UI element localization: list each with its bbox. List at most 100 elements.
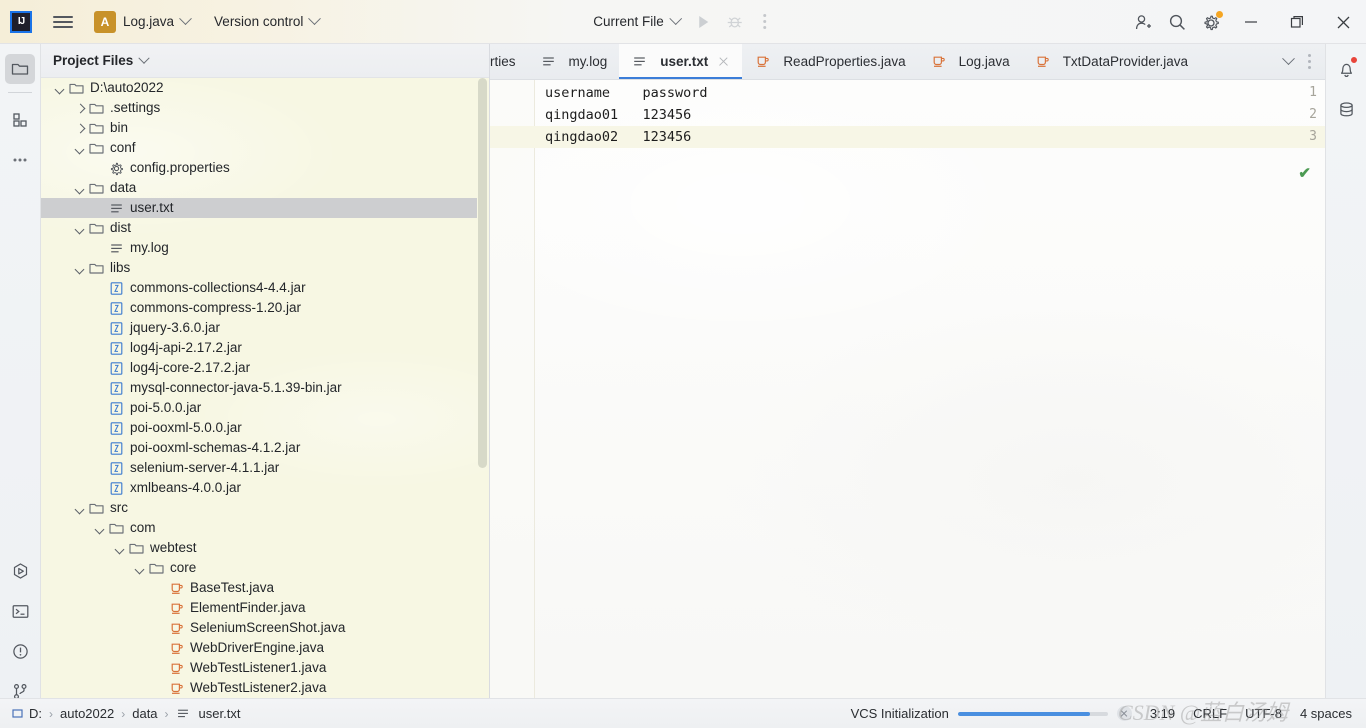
tree-node[interactable]: config.properties bbox=[41, 158, 489, 178]
chevron-down-icon[interactable] bbox=[73, 502, 86, 515]
status-breadcrumb[interactable]: D: › auto2022 › data › user.txt bbox=[0, 705, 240, 722]
tree-node[interactable]: WebTestListener2.java bbox=[41, 678, 489, 698]
tree-node[interactable]: poi-ooxml-schemas-4.1.2.jar bbox=[41, 438, 489, 458]
chevron-down-icon[interactable] bbox=[73, 222, 86, 235]
editor-tab[interactable]: my.log bbox=[528, 44, 620, 79]
chevron-down-icon[interactable] bbox=[73, 142, 86, 155]
folder-icon bbox=[68, 80, 85, 97]
folder-icon bbox=[88, 500, 105, 517]
tree-node[interactable]: ElementFinder.java bbox=[41, 598, 489, 618]
editor-tab[interactable]: rties bbox=[490, 44, 528, 79]
java-file-icon bbox=[168, 620, 185, 637]
main-menu-icon[interactable] bbox=[46, 7, 80, 37]
chevron-down-icon[interactable] bbox=[1277, 51, 1299, 73]
more-actions-icon[interactable] bbox=[757, 14, 773, 29]
sidebar-item-more-tool-windows[interactable] bbox=[5, 145, 35, 175]
editor-gutter[interactable] bbox=[490, 80, 535, 698]
cancel-task-button[interactable] bbox=[1116, 706, 1132, 721]
java-file-icon bbox=[168, 660, 185, 677]
editor-tab[interactable]: TxtDataProvider.java bbox=[1022, 44, 1200, 79]
database-icon[interactable] bbox=[1331, 94, 1361, 124]
sidebar-item-structure[interactable] bbox=[5, 105, 35, 135]
version-control-widget[interactable]: Version control bbox=[214, 12, 322, 29]
breadcrumb-item[interactable]: data bbox=[132, 706, 157, 721]
version-control-label: Version control bbox=[214, 14, 304, 29]
tree-node[interactable]: jquery-3.6.0.jar bbox=[41, 318, 489, 338]
sidebar-item-terminal[interactable] bbox=[5, 596, 35, 626]
sidebar-item-problems[interactable] bbox=[5, 636, 35, 666]
tree-node[interactable]: SeleniumScreenShot.java bbox=[41, 618, 489, 638]
jar-file-icon bbox=[108, 460, 125, 477]
sidebar-item-project-files[interactable] bbox=[5, 54, 35, 84]
tree-node[interactable]: my.log bbox=[41, 238, 489, 258]
tree-node-label: poi-ooxml-5.0.0.jar bbox=[130, 420, 242, 435]
chevron-down-icon[interactable] bbox=[73, 262, 86, 275]
maximize-button[interactable] bbox=[1274, 0, 1320, 44]
search-icon[interactable] bbox=[1160, 5, 1194, 39]
encoding-label[interactable]: UTF-8 bbox=[1245, 706, 1282, 721]
inspection-status-icon[interactable]: ✔ bbox=[1298, 164, 1311, 182]
chevron-down-icon[interactable] bbox=[73, 182, 86, 195]
editor-tab[interactable]: ReadProperties.java bbox=[742, 44, 917, 79]
run-icon[interactable] bbox=[694, 13, 712, 31]
debug-icon[interactable] bbox=[726, 13, 743, 30]
add-user-icon[interactable] bbox=[1126, 5, 1160, 39]
tree-node[interactable]: conf bbox=[41, 138, 489, 158]
tree-node[interactable]: libs bbox=[41, 258, 489, 278]
tree-node[interactable]: WebTestListener1.java bbox=[41, 658, 489, 678]
tree-node[interactable]: commons-compress-1.20.jar bbox=[41, 298, 489, 318]
tree-node[interactable]: dist bbox=[41, 218, 489, 238]
tree-node[interactable]: commons-collections4-4.4.jar bbox=[41, 278, 489, 298]
tree-node[interactable]: log4j-api-2.17.2.jar bbox=[41, 338, 489, 358]
project-widget[interactable]: A Log.java bbox=[94, 10, 192, 33]
tree-node[interactable]: xmlbeans-4.0.0.jar bbox=[41, 478, 489, 498]
status-bar: D: › auto2022 › data › user.txt VCS Initializa… bbox=[0, 698, 1366, 728]
sidebar-item-run[interactable] bbox=[5, 556, 35, 586]
chevron-right-icon[interactable] bbox=[73, 122, 86, 135]
tree-node[interactable]: selenium-server-4.1.1.jar bbox=[41, 458, 489, 478]
tree-node[interactable]: poi-5.0.0.jar bbox=[41, 398, 489, 418]
chevron-down-icon[interactable] bbox=[93, 522, 106, 535]
tree-node[interactable]: bin bbox=[41, 118, 489, 138]
breadcrumb-item[interactable]: auto2022 bbox=[60, 706, 114, 721]
caret-position-label[interactable]: 3:19 bbox=[1150, 706, 1175, 721]
project-file-tree[interactable]: D:\auto2022 .settings bin conf config.proper… bbox=[41, 78, 489, 698]
breadcrumb-item[interactable]: D: bbox=[12, 706, 42, 721]
tree-node[interactable]: D:\auto2022 bbox=[41, 78, 489, 98]
project-panel-header[interactable]: Project Files bbox=[41, 44, 489, 78]
chevron-down-icon[interactable] bbox=[53, 82, 66, 95]
folder-icon bbox=[88, 120, 105, 137]
tree-node[interactable]: com bbox=[41, 518, 489, 538]
tree-node[interactable]: WebDriverEngine.java bbox=[41, 638, 489, 658]
indent-label[interactable]: 4 spaces bbox=[1300, 706, 1352, 721]
minimize-button[interactable] bbox=[1228, 0, 1274, 44]
java-file-icon bbox=[754, 53, 771, 70]
editor-tab-active[interactable]: user.txt bbox=[619, 44, 743, 79]
tree-node[interactable]: core bbox=[41, 558, 489, 578]
chevron-down-icon[interactable] bbox=[113, 542, 126, 555]
line-separator-label[interactable]: CRLF bbox=[1193, 706, 1227, 721]
tree-node[interactable]: mysql-connector-java-5.1.39-bin.jar bbox=[41, 378, 489, 398]
tree-node[interactable]: poi-ooxml-5.0.0.jar bbox=[41, 418, 489, 438]
chevron-down-icon[interactable] bbox=[138, 52, 150, 64]
left-tool-strip bbox=[0, 44, 41, 728]
tree-node[interactable]: src bbox=[41, 498, 489, 518]
breadcrumb-item[interactable]: user.txt bbox=[176, 705, 240, 722]
tree-node-selected[interactable]: user.txt bbox=[41, 198, 477, 218]
tree-node[interactable]: webtest bbox=[41, 538, 489, 558]
title-bar: IJ A Log.java Version control Current Fi… bbox=[0, 0, 1366, 44]
more-icon[interactable] bbox=[1301, 54, 1317, 69]
close-button[interactable] bbox=[1320, 0, 1366, 44]
notifications-icon[interactable] bbox=[1331, 54, 1361, 84]
chevron-right-icon[interactable] bbox=[73, 102, 86, 115]
editor-tab[interactable]: Log.java bbox=[918, 44, 1022, 79]
tree-node[interactable]: data bbox=[41, 178, 489, 198]
tree-node[interactable]: .settings bbox=[41, 98, 489, 118]
chevron-down-icon[interactable] bbox=[133, 562, 146, 575]
tree-node[interactable]: log4j-core-2.17.2.jar bbox=[41, 358, 489, 378]
settings-icon[interactable] bbox=[1194, 5, 1228, 39]
close-tab-icon[interactable] bbox=[717, 55, 730, 68]
text-editor[interactable]: ✔ 1 username password 2 qingdao01 123456 3 qi… bbox=[490, 80, 1325, 698]
run-configuration-selector[interactable]: Current File bbox=[593, 12, 682, 29]
tree-node[interactable]: BaseTest.java bbox=[41, 578, 489, 598]
